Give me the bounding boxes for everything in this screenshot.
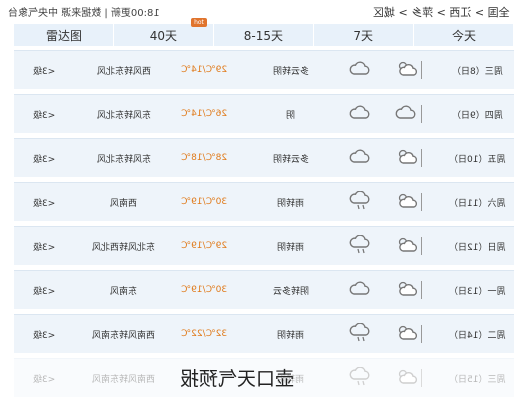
wind-direction: 西南风 <box>110 198 138 209</box>
weather-icons <box>348 139 418 177</box>
temperature: 32℃/22℃ <box>180 329 228 339</box>
weather-icons <box>348 271 418 309</box>
weather-day-icon <box>394 103 418 126</box>
tab-40-days[interactable]: hot 40天 <box>114 18 214 46</box>
tab-7-days[interactable]: 7天 <box>314 24 414 46</box>
weather-night-icon <box>348 189 372 214</box>
forecast-row[interactable]: <3级 东南风 30℃/19℃ 阴转多云 周一（13日） <box>14 270 514 309</box>
weather-day-icon <box>394 191 418 214</box>
forecast-row[interactable]: <3级 东风转东北风 26℃/14℃ 阴 周四（9日） <box>14 94 514 133</box>
temperature: 26℃/14℃ <box>180 109 228 119</box>
weather-day-icon <box>394 235 418 258</box>
wind-direction: 西风转东北风 <box>96 66 151 77</box>
wind-direction: 东风转东北风 <box>96 110 151 121</box>
weather-icons <box>348 315 418 353</box>
weather-text: 多云转阴 <box>272 66 309 77</box>
wind-direction: 西南风转东南风 <box>92 374 156 385</box>
temperature: 29℃/14℃ <box>180 65 228 75</box>
divider <box>420 359 422 397</box>
weather-icons <box>348 51 418 89</box>
wind-level: <3级 <box>32 242 56 253</box>
weather-night-icon <box>348 147 372 170</box>
wind-level: <3级 <box>32 374 56 385</box>
weather-night-icon <box>348 279 372 302</box>
forecast-tabs: 今天 7天 8-15天 hot 40天 雷达图 <box>14 18 514 46</box>
weather-night-icon <box>348 59 372 82</box>
day-label: 周三（8日） <box>451 66 503 77</box>
forecast-row[interactable]: <3级 西风转东北风 29℃/14℃ 多云转阴 周三（8日） <box>14 50 514 89</box>
tab-label: 雷达图 <box>45 28 82 43</box>
weather-icons <box>348 227 418 265</box>
weather-text: 多云转阴 <box>272 154 309 165</box>
day-label: 周五（10日） <box>448 154 506 165</box>
tab-label: 40天 <box>149 28 178 43</box>
day-label: 周四（9日） <box>451 110 503 121</box>
tab-label: 今天 <box>451 28 476 43</box>
wind-direction: 东风转东北风 <box>96 154 151 165</box>
weather-day-icon <box>394 147 418 170</box>
divider <box>420 183 422 221</box>
forecast-row[interactable]: <3级 东风转东北风 28℃/18℃ 多云转阴 周五（10日） <box>14 138 514 177</box>
wind-direction: 东北风转西北风 <box>92 242 156 253</box>
forecast-row[interactable]: <3级 西南风转东南风 32℃/22℃ 雨转阴 周二（14日） <box>14 314 514 353</box>
temperature: 28℃/18℃ <box>180 153 228 163</box>
wind-level: <3级 <box>32 286 56 297</box>
weather-icons <box>348 183 418 221</box>
day-label: 周日（12日） <box>448 242 506 253</box>
weather-day-icon <box>394 323 418 346</box>
day-label: 周六（11日） <box>448 198 506 209</box>
tab-8-15-days[interactable]: 8-15天 <box>214 24 314 46</box>
wind-level: <3级 <box>32 66 56 77</box>
hot-badge: hot <box>191 18 207 27</box>
weather-icons <box>348 359 418 397</box>
wind-level: <3级 <box>32 110 56 121</box>
tab-today[interactable]: 今天 <box>414 24 514 46</box>
page-caption: 壶口天气预报 <box>180 368 295 390</box>
divider <box>420 95 422 133</box>
update-info: 18:00更新 | 数据来源 中央气象台 <box>8 8 160 19</box>
divider <box>420 227 422 265</box>
weather-text: 雨转阴 <box>277 198 305 209</box>
divider <box>420 51 422 89</box>
weather-night-icon <box>348 365 372 390</box>
temperature: 30℃/19℃ <box>180 285 228 295</box>
weather-night-icon <box>348 103 372 126</box>
divider <box>420 139 422 177</box>
tab-label: 7天 <box>353 28 374 43</box>
forecast-list: <3级 西风转东北风 29℃/14℃ 多云转阴 周三（8日） <3级 东风转东北风 26℃/1… <box>14 50 514 402</box>
wind-direction: 东南风 <box>110 286 138 297</box>
weather-text: 阴转多云 <box>272 286 309 297</box>
wind-level: <3级 <box>32 154 56 165</box>
divider <box>420 271 422 309</box>
day-label: 周二（14日） <box>448 330 506 341</box>
temperature: 29℃/19℃ <box>180 241 228 251</box>
weather-text: 雨转阴 <box>277 242 305 253</box>
wind-level: <3级 <box>32 198 56 209</box>
forecast-row[interactable]: <3级 西南风 30℃/19℃ 雨转阴 周六（11日） <box>14 182 514 221</box>
weather-icons <box>348 95 418 133</box>
tab-label: 8-15天 <box>243 28 284 43</box>
tab-radar[interactable]: 雷达图 <box>14 24 114 46</box>
weather-day-icon <box>394 279 418 302</box>
breadcrumb[interactable]: 全国 > 江西 > 萍乡 > 城区 <box>373 4 510 20</box>
weather-night-icon <box>348 233 372 258</box>
weather-night-icon <box>348 321 372 346</box>
forecast-row[interactable]: <3级 东北风转西北风 29℃/19℃ 雨转阴 周日（12日） <box>14 226 514 265</box>
wind-direction: 西南风转东南风 <box>92 330 156 341</box>
temperature: 30℃/19℃ <box>180 197 228 207</box>
weather-day-icon <box>394 59 418 82</box>
day-label: 周一（13日） <box>448 286 506 297</box>
divider <box>420 315 422 353</box>
weather-text: 雨转阴 <box>277 330 305 341</box>
wind-level: <3级 <box>32 330 56 341</box>
weather-text: 阴 <box>286 110 296 121</box>
weather-day-icon <box>394 367 418 390</box>
day-label: 周三（15日） <box>448 374 506 385</box>
